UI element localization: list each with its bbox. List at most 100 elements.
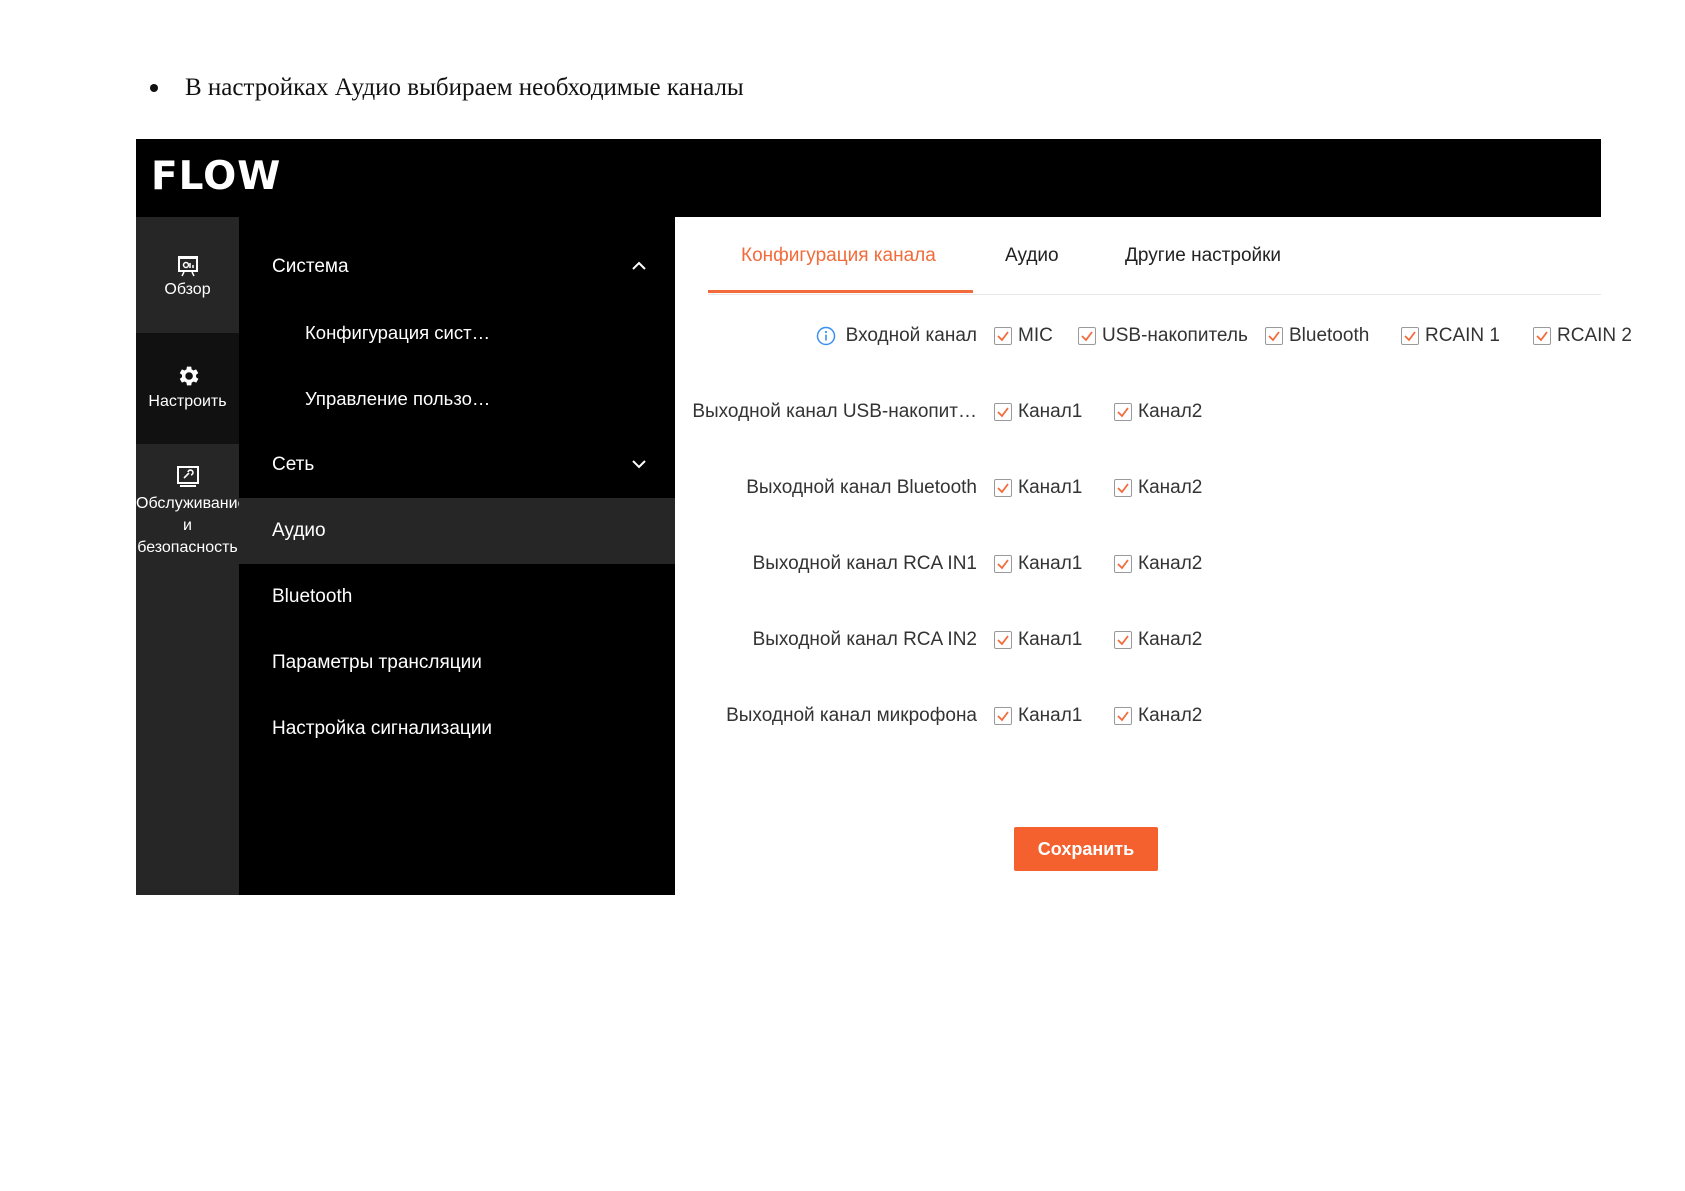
chevron-down-icon: [632, 460, 646, 469]
row-label: Выходной канал RCA IN2: [753, 629, 977, 651]
checkbox-label: RCAIN 2: [1557, 325, 1632, 346]
checkbox[interactable]: [1078, 327, 1096, 345]
row-label: Выходной канал Bluetooth: [746, 477, 977, 499]
checkbox[interactable]: [1265, 327, 1283, 345]
tab-other-settings[interactable]: Другие настройки: [1125, 245, 1281, 267]
side-menu: Система Конфигурация сист… Управление по…: [239, 217, 675, 895]
menu-item-label: Конфигурация сист…: [305, 322, 491, 343]
main-content: Конфигурация канала Аудио Другие настрой…: [675, 217, 1632, 895]
checkbox-option[interactable]: Канал2: [1114, 705, 1202, 727]
output-channel-row: Выходной канал микрофона Канал1 Канал2: [675, 701, 1601, 731]
checkbox[interactable]: [1114, 555, 1132, 573]
icon-rail: Обзор Настроить Обслуживание и безопасно…: [136, 217, 247, 895]
checkbox-label: Канал2: [1138, 401, 1203, 422]
checkbox-label: Канал1: [1018, 705, 1083, 726]
checkbox-option[interactable]: Канал1: [994, 553, 1082, 575]
checkbox-option[interactable]: MIC: [994, 325, 1053, 347]
checkbox-label: RCAIN 1: [1425, 325, 1500, 346]
checkbox[interactable]: [994, 631, 1012, 649]
save-button[interactable]: Сохранить: [1014, 827, 1158, 871]
checkbox[interactable]: [994, 555, 1012, 573]
active-tab-indicator: [708, 290, 973, 293]
rail-item-overview[interactable]: Обзор: [136, 255, 239, 299]
row-label: Входной канал: [816, 325, 977, 347]
rail-item-label: Настроить: [148, 393, 227, 410]
menu-item-system-config[interactable]: Конфигурация сист…: [239, 300, 675, 366]
checkbox-option[interactable]: Bluetooth: [1265, 325, 1369, 347]
checkbox-label: Канал2: [1138, 629, 1203, 650]
menu-item-system[interactable]: Система: [239, 234, 675, 300]
bullet-icon: [150, 84, 158, 92]
menu-item-label: Bluetooth: [272, 586, 353, 607]
maintenance-icon: [176, 466, 199, 487]
output-channel-row: Выходной канал Bluetooth Канал1 Канал2: [675, 473, 1601, 503]
row-label-text: Выходной канал RCA IN1: [752, 553, 977, 574]
checkbox-option[interactable]: USB-накопитель: [1078, 325, 1248, 347]
rail-item-configure[interactable]: Настроить: [136, 333, 239, 444]
tab-audio[interactable]: Аудио: [1005, 245, 1059, 267]
checkbox[interactable]: [1533, 327, 1551, 345]
rail-item-maintenance[interactable]: Обслуживание и безопасность: [136, 465, 247, 559]
checkbox-option[interactable]: Канал1: [994, 401, 1082, 423]
app-logo: FLOW: [151, 154, 282, 199]
checkbox[interactable]: [1114, 707, 1132, 725]
menu-item-label: Параметры трансляции: [272, 652, 482, 673]
checkbox[interactable]: [1114, 403, 1132, 421]
checkbox[interactable]: [994, 327, 1012, 345]
checkbox-label: MIC: [1018, 325, 1053, 346]
rail-item-label: Обзор: [164, 281, 211, 298]
menu-item-network[interactable]: Сеть: [239, 432, 675, 498]
checkbox-option[interactable]: RCAIN 1: [1401, 325, 1500, 347]
checkbox-label: Канал1: [1018, 629, 1083, 650]
row-label-text: Входной канал: [845, 325, 977, 346]
menu-item-user-management[interactable]: Управление пользо…: [239, 366, 675, 432]
row-label-text: Выходной канал Bluetooth: [746, 477, 977, 498]
checkbox-option[interactable]: Канал2: [1114, 553, 1202, 575]
tab-bar: Конфигурация канала Аудио Другие настрой…: [708, 217, 1601, 295]
checkbox-label: Bluetooth: [1289, 325, 1370, 346]
row-label: Выходной канал USB-накопит…: [692, 401, 977, 423]
checkbox[interactable]: [1114, 479, 1132, 497]
menu-item-label: Управление пользо…: [305, 388, 491, 409]
checkbox-label: USB-накопитель: [1102, 325, 1248, 346]
output-channel-row: Выходной канал RCA IN2 Канал1 Канал2: [675, 625, 1601, 655]
checkbox[interactable]: [1114, 631, 1132, 649]
row-label-text: Выходной канал RCA IN2: [752, 629, 977, 650]
menu-item-broadcast-params[interactable]: Параметры трансляции: [239, 630, 675, 696]
menu-item-label: Сеть: [272, 454, 315, 475]
checkbox-option[interactable]: Канал1: [994, 477, 1082, 499]
checkbox-option[interactable]: Канал2: [1114, 629, 1202, 651]
chevron-up-icon: [632, 261, 646, 270]
app-screenshot: FLOW Обзор Настроить Обслуживание и безо…: [136, 139, 1632, 895]
rail-item-label: Обслуживание и безопасность: [136, 495, 247, 556]
menu-item-label: Система: [272, 256, 349, 277]
output-channel-row: Выходной канал RCA IN1 Канал1 Канал2: [675, 549, 1601, 579]
input-channel-row: Входной канал MIC USB-накопитель Bluetooth R…: [675, 321, 1632, 351]
row-label: Выходной канал микрофона: [726, 705, 977, 727]
checkbox[interactable]: [1401, 327, 1419, 345]
row-label-text: Выходной канал микрофона: [726, 705, 977, 726]
checkbox[interactable]: [994, 403, 1012, 421]
gear-icon: [179, 366, 198, 386]
menu-item-label: Настройка сигнализации: [272, 718, 493, 739]
menu-item-audio[interactable]: Аудио: [239, 498, 675, 564]
overview-icon: [177, 256, 198, 277]
instruction-text: В настройках Аудио выбираем необходимые …: [185, 74, 744, 101]
checkbox-label: Канал1: [1018, 401, 1083, 422]
menu-item-bluetooth[interactable]: Bluetooth: [239, 564, 675, 630]
tab-channel-config[interactable]: Конфигурация канала: [741, 245, 936, 267]
checkbox-option[interactable]: RCAIN 2: [1533, 325, 1632, 347]
row-label: Выходной канал RCA IN1: [753, 553, 977, 575]
checkbox-option[interactable]: Канал2: [1114, 477, 1202, 499]
checkbox[interactable]: [994, 707, 1012, 725]
checkbox-option[interactable]: Канал2: [1114, 401, 1202, 423]
checkbox-option[interactable]: Канал1: [994, 629, 1082, 651]
checkbox[interactable]: [994, 479, 1012, 497]
row-label-text: Выходной канал USB-накопит…: [692, 401, 977, 422]
checkbox-label: Канал1: [1018, 477, 1083, 498]
instruction-line: В настройках Аудио выбираем необходимые …: [150, 74, 744, 102]
checkbox-label: Канал2: [1138, 553, 1203, 574]
menu-item-alarm-settings[interactable]: Настройка сигнализации: [239, 696, 675, 762]
checkbox-label: Канал2: [1138, 705, 1203, 726]
checkbox-option[interactable]: Канал1: [994, 705, 1082, 727]
